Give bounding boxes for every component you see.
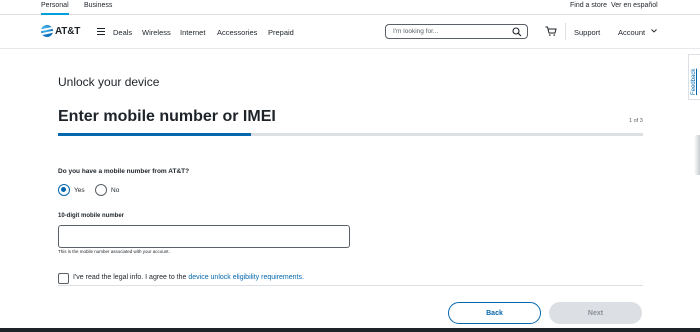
mobile-number-label: 10-digit mobile number bbox=[58, 213, 125, 219]
nav-link-accessories[interactable]: Accessories bbox=[217, 28, 257, 37]
spanish-link[interactable]: Ver en español bbox=[611, 2, 658, 9]
nav-link-prepaid[interactable]: Prepaid bbox=[268, 28, 294, 37]
radio-yes-circle[interactable] bbox=[58, 184, 70, 196]
nav-link-wireless[interactable]: Wireless bbox=[142, 28, 171, 37]
agree-checkbox[interactable] bbox=[58, 273, 69, 284]
utility-bar: Personal Business Find a store Ver en es… bbox=[0, 0, 700, 15]
question-label: Do you have a mobile number from AT&T? bbox=[58, 168, 190, 175]
nav-link-internet[interactable]: Internet bbox=[180, 28, 205, 37]
chevron-down-icon[interactable] bbox=[651, 28, 657, 34]
radio-no[interactable]: No bbox=[95, 184, 119, 196]
search-box[interactable]: I'm looking for... bbox=[385, 24, 528, 39]
feedback-label: Feedback bbox=[691, 68, 697, 95]
radio-no-label: No bbox=[111, 186, 120, 194]
radio-yes-label: Yes bbox=[74, 186, 85, 194]
tab-personal[interactable]: Personal bbox=[41, 2, 69, 15]
progress-fill bbox=[58, 133, 252, 136]
cart-icon[interactable] bbox=[545, 26, 557, 36]
step-title: Enter mobile number or IMEI bbox=[58, 108, 276, 125]
globe-icon bbox=[41, 25, 53, 37]
search-icon[interactable] bbox=[512, 27, 522, 37]
agree-text: I've read the legal info. I agree to the bbox=[73, 274, 189, 281]
back-button[interactable]: Back bbox=[448, 302, 541, 324]
form-divider bbox=[58, 285, 643, 286]
find-store-link[interactable]: Find a store bbox=[570, 2, 607, 9]
nav-divider bbox=[565, 23, 566, 40]
bottom-edge bbox=[0, 328, 700, 332]
page-title: Unlock your device bbox=[58, 75, 160, 89]
side-panel-edge bbox=[694, 135, 700, 175]
next-button[interactable]: Next bbox=[549, 302, 642, 324]
radio-no-circle[interactable] bbox=[95, 184, 107, 196]
step-counter: 1 of 3 bbox=[629, 118, 643, 124]
progress-bar bbox=[58, 133, 643, 136]
att-logo[interactable]: AT&T bbox=[41, 25, 80, 37]
mobile-number-input[interactable] bbox=[58, 225, 350, 248]
eligibility-link[interactable]: device unlock eligibility requirements. bbox=[188, 274, 304, 281]
account-menu[interactable]: Account bbox=[618, 28, 645, 37]
feedback-tab[interactable]: Feedback bbox=[688, 54, 700, 100]
search-placeholder: I'm looking for... bbox=[393, 28, 439, 35]
main-nav: AT&T Deals Wireless Internet Accessories… bbox=[0, 15, 700, 49]
mobile-number-help: This is the mobile number associated wit… bbox=[58, 249, 170, 254]
support-link[interactable]: Support bbox=[574, 28, 600, 37]
radio-yes[interactable]: Yes bbox=[58, 184, 85, 196]
agree-label: I've read the legal info. I agree to the… bbox=[73, 274, 304, 281]
tab-business[interactable]: Business bbox=[84, 2, 112, 15]
nav-link-deals[interactable]: Deals bbox=[113, 28, 132, 37]
logo-text: AT&T bbox=[55, 25, 81, 37]
menu-icon[interactable] bbox=[97, 28, 105, 35]
